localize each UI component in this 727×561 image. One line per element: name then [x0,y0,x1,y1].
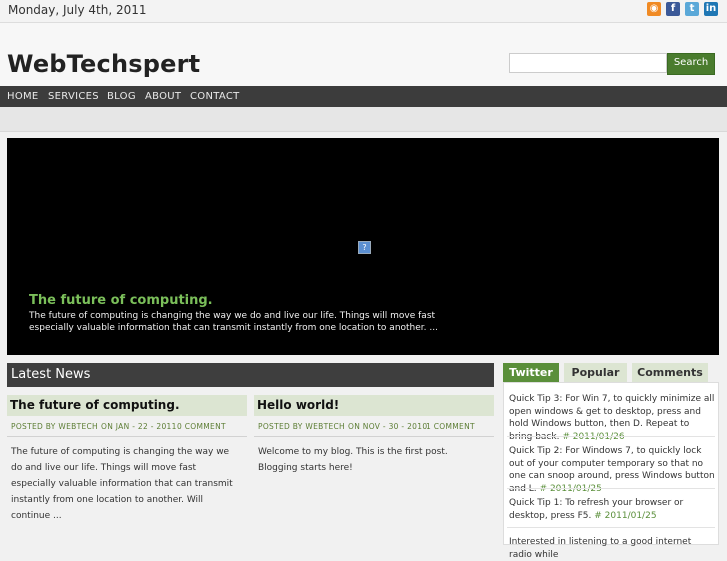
rss-icon[interactable]: ◉ [647,2,661,16]
tab-comments[interactable]: Comments [632,363,708,382]
nav-blog[interactable]: BLOG [107,86,136,107]
search-input[interactable] [509,53,667,73]
post-divider [7,436,247,437]
tweet-date[interactable]: # 2011/01/25 [594,511,656,521]
slide-caption: The future of computing is changing the … [29,311,438,333]
tweet-divider [507,527,715,528]
current-date: Monday, July 4th, 2011 [8,3,147,17]
sub-bar [0,107,727,132]
latest-news-heading: Latest News [7,363,494,387]
tab-popular[interactable]: Popular [564,363,627,382]
nav-services[interactable]: SERVICES [48,86,99,107]
post-author[interactable]: POSTED BY WEBTECH [258,422,345,431]
linkedin-icon[interactable]: in [704,2,718,16]
post-excerpt: The future of computing is changing the … [11,447,233,521]
post-date: ON JAN - 22 - 2011 [101,422,177,431]
broken-image-icon: ? [358,241,371,254]
tweet-divider [507,436,715,437]
slide-title[interactable]: The future of computing. [29,293,213,308]
post-date: ON NOV - 30 - 2010 [348,422,428,431]
post-divider [254,436,494,437]
post-title[interactable]: The future of computing. [7,395,247,416]
post-title[interactable]: Hello world! [254,395,494,416]
tweet-item: Interested in listening to a good intern… [509,536,715,561]
nav-contact[interactable]: CONTACT [190,86,240,107]
nav-home[interactable]: HOME [7,86,39,107]
tab-twitter[interactable]: Twitter [503,363,559,382]
tweet-item: Quick Tip 1: To refresh your browser or … [509,497,715,522]
post-excerpt: Welcome to my blog. This is the first po… [258,447,448,473]
twitter-icon[interactable]: t [685,2,699,16]
post-author[interactable]: POSTED BY WEBTECH [11,422,98,431]
nav-about[interactable]: ABOUT [145,86,181,107]
facebook-icon[interactable]: f [666,2,680,16]
post-comments-link[interactable]: 0 COMMENT [177,422,226,431]
site-title[interactable]: WebTechspert [7,50,200,78]
tweet-text: Interested in listening to a good intern… [509,537,692,560]
tweet-divider [507,488,715,489]
search-button[interactable]: Search [667,53,715,75]
post-comments-link[interactable]: 1 COMMENT [426,422,475,431]
